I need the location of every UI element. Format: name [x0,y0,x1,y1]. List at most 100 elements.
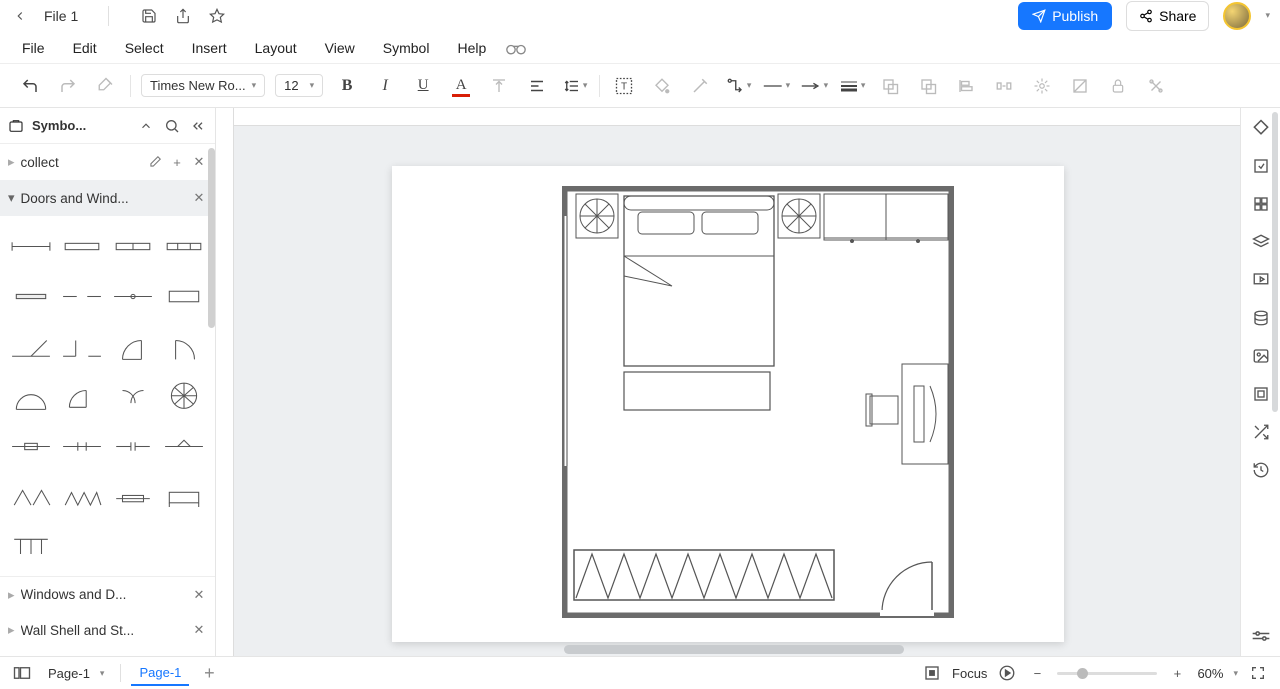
menu-view[interactable]: View [311,34,369,62]
lib-windows-d[interactable]: ▸ Windows and D... ✕ [0,576,215,612]
chevron-down-icon[interactable]: ▾ [1233,668,1238,679]
undo-button[interactable] [16,72,44,100]
center-button[interactable] [1028,72,1056,100]
symbol-door[interactable] [111,226,156,266]
symbol-door[interactable] [59,276,104,316]
close-icon[interactable]: ✕ [191,622,207,638]
add-page-button[interactable]: + [199,663,219,683]
history-icon[interactable] [1249,458,1273,482]
plus-icon[interactable]: + [169,154,185,170]
format-painter-button[interactable] [92,72,120,100]
save-icon[interactable] [139,6,159,26]
bold-button[interactable]: B [333,72,361,100]
menu-file[interactable]: File [8,34,59,62]
zoom-slider[interactable] [1057,672,1157,675]
focus-label[interactable]: Focus [952,666,987,681]
layers-icon[interactable] [1249,230,1273,254]
avatar-caret-icon[interactable]: ▾ [1265,10,1270,21]
menu-symbol[interactable]: Symbol [369,34,444,62]
line-color-button[interactable] [686,72,714,100]
export-icon[interactable] [173,6,193,26]
italic-button[interactable]: I [371,72,399,100]
lock-button[interactable] [1104,72,1132,100]
symbol-door[interactable] [162,376,207,416]
symbol-door[interactable] [59,226,104,266]
menu-layout[interactable]: Layout [241,34,311,62]
panel-icon[interactable] [1249,154,1273,178]
presentation-icon[interactable] [1249,268,1273,292]
symbol-door[interactable] [8,376,53,416]
bring-front-button[interactable] [876,72,904,100]
page[interactable] [392,166,1064,642]
lib-wall-shell[interactable]: ▸ Wall Shell and St... ✕ [0,612,215,648]
rail-scrollbar[interactable] [1272,112,1278,412]
lib-doors-windows[interactable]: ▾ Doors and Wind... ✕ [0,180,215,216]
align-button[interactable] [952,72,980,100]
symbol-door[interactable] [162,226,207,266]
zoom-in-button[interactable]: + [1167,663,1187,683]
line-spacing-button[interactable]: ▾ [561,72,589,100]
send-back-button[interactable] [914,72,942,100]
menu-help[interactable]: Help [443,34,500,62]
fullscreen-icon[interactable] [1248,663,1268,683]
theme-icon[interactable] [1249,116,1273,140]
floor-plan[interactable] [562,186,954,618]
arrow-style-button[interactable]: ▾ [800,72,828,100]
distribute-button[interactable] [990,72,1018,100]
horizontal-ruler[interactable] [234,108,1240,126]
canvas-viewport[interactable] [234,126,1240,656]
font-family-select[interactable]: Times New Ro... ▾ [141,74,265,97]
symbol-door[interactable] [111,326,156,366]
symbol-door[interactable] [111,476,156,516]
vertical-align-button[interactable] [485,72,513,100]
page-select[interactable]: Page-1 ▾ [42,664,110,683]
binoculars-icon[interactable] [506,40,526,56]
symbol-door[interactable] [111,426,156,466]
font-size-select[interactable]: 12 ▾ [275,74,323,97]
horizontal-scrollbar[interactable] [564,645,904,654]
zoom-value[interactable]: 60% [1197,666,1223,681]
symbol-door[interactable] [59,326,104,366]
menu-insert[interactable]: Insert [178,34,241,62]
share-button[interactable]: Share [1126,1,1209,31]
symbol-door[interactable] [59,476,104,516]
page-tab[interactable]: Page-1 [131,661,189,686]
tools-button[interactable] [1142,72,1170,100]
close-icon[interactable]: ✕ [191,190,207,206]
file-name[interactable]: File 1 [44,8,78,24]
pages-icon[interactable] [12,663,32,683]
close-icon[interactable]: ✕ [191,587,207,603]
zoom-out-button[interactable]: − [1027,663,1047,683]
symbol-door[interactable] [8,326,53,366]
horizontal-align-button[interactable] [523,72,551,100]
plugin-icon[interactable] [1249,382,1273,406]
avatar[interactable] [1223,2,1251,30]
shuffle-icon[interactable] [1249,420,1273,444]
symbol-door[interactable] [8,476,53,516]
focus-mode-icon[interactable] [922,663,942,683]
line-style-button[interactable]: ▾ [762,72,790,100]
image-icon[interactable] [1249,344,1273,368]
star-icon[interactable] [207,6,227,26]
symbol-door[interactable] [8,426,53,466]
line-weight-button[interactable]: ▾ [838,72,866,100]
symbol-door[interactable] [111,276,156,316]
symbol-door[interactable] [111,376,156,416]
settings-toggle-icon[interactable] [1249,624,1273,648]
symbol-door[interactable] [162,426,207,466]
back-button[interactable] [10,6,30,26]
menu-edit[interactable]: Edit [59,34,111,62]
redo-button[interactable] [54,72,82,100]
play-icon[interactable] [997,663,1017,683]
symbol-door[interactable] [8,526,53,566]
vertical-ruler[interactable] [216,108,234,656]
fill-button[interactable] [648,72,676,100]
symbol-door[interactable] [162,476,207,516]
symbol-door[interactable] [59,376,104,416]
collapse-icon[interactable] [189,117,207,135]
no-fill-button[interactable] [1066,72,1094,100]
edit-icon[interactable] [147,154,163,170]
font-color-button[interactable]: A [447,72,475,100]
publish-button[interactable]: Publish [1018,2,1112,30]
connector-button[interactable]: ▾ [724,72,752,100]
